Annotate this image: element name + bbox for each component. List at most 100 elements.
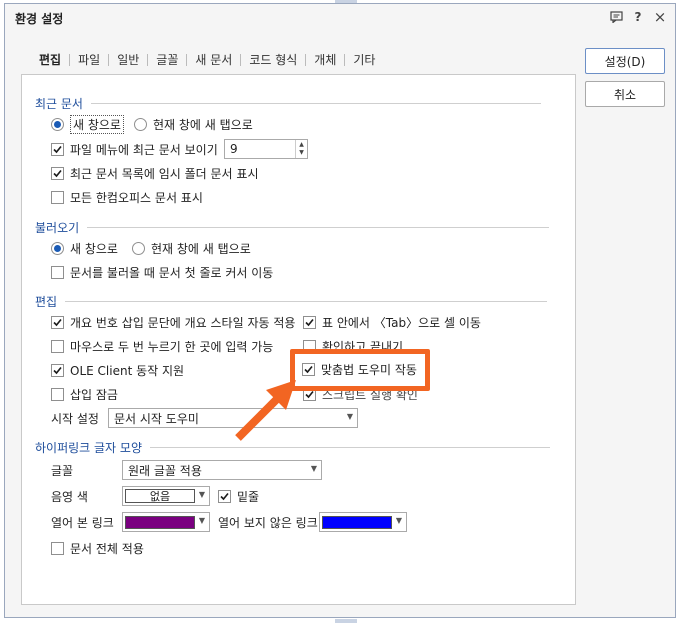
edit-section-header: 편집 — [35, 293, 548, 310]
outline-style-row: 개요 번호 삽입 문단에 개요 스타일 자동 적용 — [51, 312, 295, 332]
tab-general[interactable]: 일반 — [109, 51, 147, 68]
radio-new-window[interactable] — [51, 241, 64, 255]
checkbox-label: 표 안에서 〈Tab〉으로 셀 이동 — [322, 315, 481, 330]
section-divider — [65, 301, 548, 302]
unvisited-color-swatch — [322, 516, 392, 529]
chevron-down-icon: ▼ — [310, 464, 317, 473]
open-radio-group: 새 창으로 현재 창에 새 탭으로 — [51, 238, 251, 258]
checkbox-label: 최근 문서 목록에 임시 폴더 문서 표시 — [70, 166, 259, 181]
cursor-first-line-row: 문서를 불러올 때 문서 첫 줄로 커서 이동 — [51, 262, 273, 282]
tab-file[interactable]: 파일 — [70, 51, 108, 68]
all-hancom-row: 모든 한컴오피스 문서 표시 — [51, 187, 203, 207]
underline-checkbox[interactable] — [218, 489, 231, 503]
underline-row: 밑줄 — [218, 486, 259, 506]
show-recent-checkbox[interactable] — [51, 142, 64, 156]
help-button[interactable]: ? — [631, 10, 645, 24]
checkbox-label: 문서 전체 적용 — [70, 541, 144, 556]
visited-color-swatch — [125, 516, 195, 529]
checkbox-label: 맞춤법 도우미 작동 — [321, 362, 417, 377]
tab-code-format[interactable]: 코드 형식 — [241, 51, 305, 68]
recent-radio-group: 새 창으로 현재 창에 새 탭으로 — [51, 114, 253, 134]
insert-lock-row: 삽입 잠금 — [51, 384, 118, 404]
checkbox-label: 개요 번호 삽입 문단에 개요 스타일 자동 적용 — [70, 315, 296, 330]
chevron-down-icon: ▼ — [198, 516, 205, 525]
radio-new-tab[interactable] — [131, 241, 145, 255]
section-title: 불러오기 — [35, 221, 80, 235]
checkbox-label: 파일 메뉴에 최근 문서 보이기 — [70, 142, 218, 157]
select-value: 문서 시작 도우미 — [114, 411, 199, 426]
mouse-double-click-row: 마우스로 두 번 누르기 한 곳에 입력 가능 — [51, 336, 273, 356]
section-divider — [87, 227, 550, 228]
tab-font[interactable]: 글꼴 — [148, 51, 186, 68]
radio-label: 새 창으로 — [70, 114, 124, 134]
shade-color-swatch: 없음 — [125, 489, 195, 503]
annotation-arrow-icon — [235, 380, 296, 441]
stepper-arrows[interactable]: ▲ ▼ — [295, 140, 307, 158]
start-setting-label: 시작 설정 — [51, 411, 99, 426]
spelling-helper-row: 맞춤법 도우미 작동 — [302, 359, 417, 379]
radio-new-window[interactable] — [51, 117, 64, 131]
insert-lock-checkbox[interactable] — [51, 387, 64, 401]
section-title: 최근 문서 — [35, 97, 83, 111]
apply-whole-doc-row: 문서 전체 적용 — [51, 538, 144, 558]
section-divider — [90, 103, 541, 104]
mouse-double-click-checkbox[interactable] — [51, 339, 64, 353]
shade-color-select[interactable]: 없음 ▼ — [122, 486, 210, 506]
recent-section-header: 최근 문서 — [35, 95, 541, 112]
radio-new-tab[interactable] — [133, 117, 147, 131]
checkbox-label: 모든 한컴오피스 문서 표시 — [70, 190, 203, 205]
ok-button[interactable]: 설정(D) — [585, 48, 665, 74]
radio-label: 현재 창에 새 탭으로 — [152, 117, 253, 132]
checkbox-label: 삽입 잠금 — [70, 387, 118, 402]
tab-other[interactable]: 기타 — [345, 51, 383, 68]
visited-link-color-select[interactable]: ▼ — [122, 512, 210, 532]
tab-bar: 편집 파일 일반 글꼴 새 문서 코드 형식 개체 기타 — [31, 51, 383, 76]
section-title: 편집 — [35, 295, 58, 309]
radio-label: 새 창으로 — [70, 241, 118, 256]
chevron-down-icon: ▼ — [198, 490, 205, 499]
radio-label: 현재 창에 새 탭으로 — [150, 241, 251, 256]
background-strip-bottom — [335, 619, 357, 623]
comment-icon[interactable] — [609, 10, 623, 24]
visited-link-label: 열어 본 링크 — [51, 515, 114, 530]
cancel-button[interactable]: 취소 — [585, 81, 665, 107]
ole-client-checkbox[interactable] — [51, 363, 64, 377]
title-bar: 환경 설정 ? × — [5, 4, 675, 32]
temp-folder-row: 최근 문서 목록에 임시 폴더 문서 표시 — [51, 163, 259, 183]
checkbox-label: 마우스로 두 번 누르기 한 곳에 입력 가능 — [70, 339, 274, 354]
temp-folder-checkbox[interactable] — [51, 166, 64, 180]
unvisited-link-color-select[interactable]: ▼ — [319, 512, 407, 532]
cursor-first-line-checkbox[interactable] — [51, 265, 64, 279]
preferences-dialog: 환경 설정 ? × 편집 파일 일반 글꼴 새 문서 코드 형식 개체 기타 설… — [4, 3, 676, 618]
close-button[interactable]: × — [653, 8, 667, 26]
font-label: 글꼴 — [51, 463, 74, 478]
checkbox-label: 문서를 불러올 때 문서 첫 줄로 커서 이동 — [70, 265, 274, 280]
annotation-highlight-box: 맞춤법 도우미 작동 — [290, 349, 430, 391]
tab-in-table-checkbox[interactable] — [303, 315, 316, 329]
hyperlink-font-select[interactable]: 원래 글꼴 적용 ▼ — [122, 460, 322, 480]
tab-in-table-row: 표 안에서 〈Tab〉으로 셀 이동 — [303, 312, 481, 332]
chevron-down-icon: ▼ — [346, 412, 353, 421]
tab-edit[interactable]: 편집 — [31, 51, 69, 76]
tab-object[interactable]: 개체 — [306, 51, 344, 68]
chevron-down-icon: ▼ — [395, 516, 402, 525]
recent-count-value: 9 — [230, 142, 238, 156]
select-value: 원래 글꼴 적용 — [128, 463, 202, 478]
unvisited-link-label: 열어 보지 않은 링크 — [218, 515, 318, 530]
edit-settings-panel: 최근 문서 새 창으로 현재 창에 새 탭으로 파일 메뉴에 최근 문서 보이기… — [21, 74, 576, 605]
section-divider — [150, 447, 550, 448]
checkbox-label: 밑줄 — [237, 489, 260, 504]
spelling-helper-checkbox[interactable] — [302, 362, 315, 376]
dialog-title: 환경 설정 — [15, 11, 64, 26]
tab-new-document[interactable]: 새 문서 — [187, 51, 240, 68]
open-section-header: 불러오기 — [35, 219, 550, 236]
ole-client-row: OLE Client 동작 지원 — [51, 360, 184, 380]
recent-count-stepper[interactable]: 9 ▲ ▼ — [224, 139, 308, 159]
checkbox-label: OLE Client 동작 지원 — [70, 363, 185, 378]
all-hancom-checkbox[interactable] — [51, 190, 64, 204]
section-title: 하이퍼링크 글자 모양 — [35, 441, 142, 455]
apply-whole-doc-checkbox[interactable] — [51, 541, 64, 555]
outline-style-checkbox[interactable] — [51, 315, 64, 329]
shade-color-label: 음영 색 — [51, 489, 88, 504]
show-recent-row: 파일 메뉴에 최근 문서 보이기 — [51, 139, 218, 159]
